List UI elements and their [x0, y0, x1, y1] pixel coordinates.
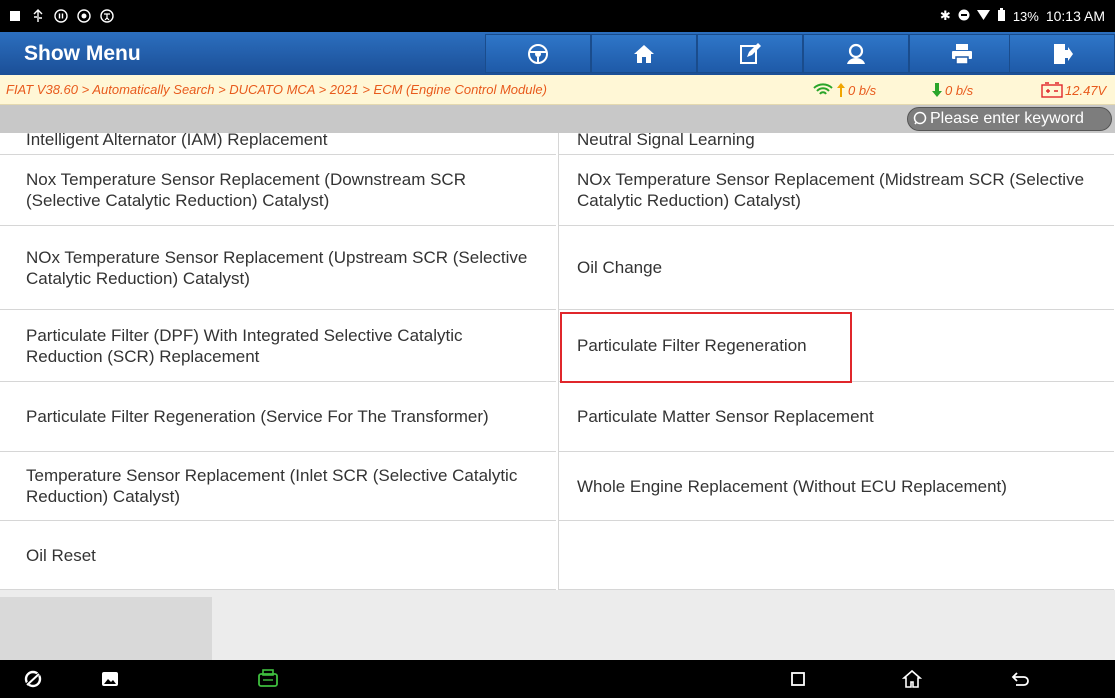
navigation-bar [0, 660, 1115, 698]
print-icon [952, 43, 972, 65]
exit-icon [1054, 43, 1073, 64]
menu-item[interactable]: NOx Temperature Sensor Replacement (Upst… [0, 226, 556, 310]
menu-item[interactable]: Temperature Sensor Replacement (Inlet SC… [0, 452, 556, 521]
dnd-icon [958, 9, 970, 24]
steering-wheel-icon [528, 43, 548, 64]
battery-voltage: 12.47V [1041, 75, 1106, 105]
home-button[interactable] [591, 34, 697, 73]
gallery-icon [102, 672, 118, 686]
menu-item[interactable]: Particulate Filter Regeneration (Service… [0, 382, 556, 452]
bluetooth-icon: ✱ [939, 8, 951, 23]
user-button[interactable] [803, 34, 909, 73]
gallery-button[interactable] [90, 660, 130, 698]
notification-icons [8, 0, 114, 32]
search-band [0, 105, 1115, 133]
footer-button[interactable] [0, 597, 212, 660]
menu-item[interactable]: NOx Temperature Sensor Replacement (Mids… [558, 155, 1114, 226]
download-rate: 0 b/s [931, 75, 973, 105]
search-input[interactable] [930, 110, 1110, 128]
page-title: Show Menu [24, 42, 141, 65]
menu-item[interactable]: Nox Temperature Sensor Replacement (Down… [0, 155, 556, 226]
vci-icon [258, 669, 278, 687]
menu-item[interactable]: Neutral Signal Learning [558, 133, 1114, 155]
home-outline-icon [902, 669, 922, 688]
search-box[interactable] [907, 107, 1112, 131]
pause-icon [54, 9, 68, 23]
wifi-icon [976, 9, 990, 24]
menu-item[interactable]: Oil Reset [0, 521, 556, 590]
back-button[interactable] [1001, 660, 1041, 698]
clock: 10:13 AM [1045, 8, 1105, 24]
signal-icon [813, 83, 833, 95]
edit-button[interactable] [697, 34, 803, 73]
car-battery-icon [1041, 82, 1063, 98]
footer-bar [0, 590, 1115, 660]
menu-item[interactable]: Particulate Matter Sensor Replacement [558, 382, 1114, 452]
breadcrumb: FIAT V38.60 > Automatically Search > DUC… [6, 82, 547, 97]
breadcrumb-bar: FIAT V38.60 > Automatically Search > DUC… [0, 75, 1115, 105]
menu-item[interactable]: Whole Engine Replacement (Without ECU Re… [558, 452, 1114, 521]
download-arrow-icon [932, 83, 942, 97]
usb-icon [31, 9, 45, 23]
menu-item-empty [558, 521, 1114, 590]
upload-rate: 0 b/s [812, 75, 876, 105]
record-icon [77, 9, 91, 23]
menu-item[interactable]: Intelligent Alternator (IAM) Replacement [0, 133, 556, 155]
notification-icon [8, 9, 22, 23]
menu-item[interactable]: Oil Change [558, 226, 1114, 310]
menu-item[interactable]: Particulate Filter (DPF) With Integrated… [0, 310, 556, 382]
toolbar: Show Menu [0, 32, 1115, 75]
recents-button[interactable] [778, 660, 818, 698]
search-icon [913, 111, 927, 125]
vehicle-info-button[interactable] [485, 34, 591, 73]
vci-button[interactable] [248, 660, 288, 698]
status-bar: ✱ 13% 10:13 AM [0, 0, 1115, 32]
battery-icon [997, 8, 1006, 24]
recents-icon [791, 672, 805, 686]
upload-arrow-icon [837, 83, 845, 97]
home-nav-button[interactable] [892, 660, 932, 698]
browser-button[interactable] [13, 660, 53, 698]
user-icon [847, 43, 865, 64]
exit-button[interactable] [1009, 34, 1115, 73]
edit-icon [740, 42, 761, 64]
accessibility-icon [100, 9, 114, 23]
battery-level: 13% [1012, 8, 1039, 24]
menu-item-selected[interactable]: Particulate Filter Regeneration [558, 310, 1114, 382]
system-indicators: ✱ 13% 10:13 AM [940, 0, 1105, 32]
print-button[interactable] [909, 34, 1015, 73]
back-icon [1011, 672, 1029, 686]
home-icon [634, 44, 654, 63]
browser-icon [24, 670, 42, 688]
